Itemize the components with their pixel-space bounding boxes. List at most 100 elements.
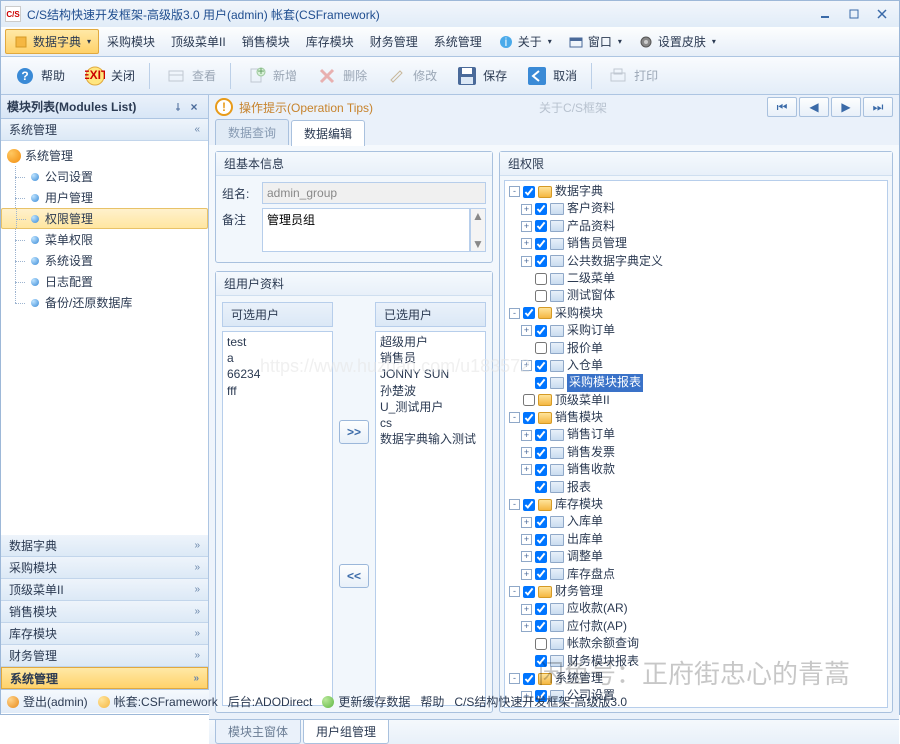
expand-icon[interactable]: +: [521, 221, 532, 232]
menu-关于[interactable]: i关于▾: [490, 29, 560, 54]
status-logout[interactable]: 登出(admin): [7, 693, 88, 710]
tree-node[interactable]: +应付款(AP): [507, 618, 885, 635]
nav-group[interactable]: 库存模块»: [1, 623, 208, 645]
tree-node[interactable]: 二级菜单: [507, 270, 885, 287]
menu-销售模块[interactable]: 销售模块: [234, 29, 298, 54]
expand-icon[interactable]: +: [521, 604, 532, 615]
perm-checkbox[interactable]: [535, 255, 547, 267]
perm-checkbox[interactable]: [535, 290, 547, 302]
perm-checkbox[interactable]: [535, 481, 547, 493]
perm-checkbox[interactable]: [523, 412, 535, 424]
status-refresh[interactable]: 更新缓存数据: [322, 693, 410, 710]
available-list[interactable]: test a 66234 fff: [222, 331, 333, 706]
nav-first-button[interactable]: ⏮: [767, 97, 797, 117]
tree-node[interactable]: +入仓单: [507, 357, 885, 374]
about-link[interactable]: 关于C/S框架: [539, 99, 607, 116]
status-help[interactable]: 帮助: [420, 693, 444, 710]
help-button[interactable]: ?帮助: [7, 62, 71, 90]
tree-node[interactable]: 帐款余额查询: [507, 635, 885, 652]
close-button-tool[interactable]: EXIT关闭: [77, 62, 141, 90]
maximize-button[interactable]: [841, 5, 867, 23]
tab-query[interactable]: 数据查询: [215, 119, 289, 145]
menu-数据字典[interactable]: 数据字典▾: [5, 29, 99, 54]
perm-checkbox[interactable]: [535, 377, 547, 389]
expand-icon[interactable]: +: [521, 204, 532, 215]
selected-list[interactable]: 超级用户 销售员 JONNY SUN 孙楚波 U_测试用户 cs 数据字典输入测…: [375, 331, 486, 706]
tab-edit[interactable]: 数据编辑: [291, 120, 365, 146]
expand-icon[interactable]: -: [509, 186, 520, 197]
expand-icon[interactable]: +: [521, 256, 532, 267]
tree-node[interactable]: +产品资料: [507, 218, 885, 235]
tree-node[interactable]: -销售模块: [507, 409, 885, 426]
perm-checkbox[interactable]: [535, 429, 547, 441]
expand-icon[interactable]: -: [509, 499, 520, 510]
perm-checkbox[interactable]: [535, 620, 547, 632]
expand-icon[interactable]: +: [521, 238, 532, 249]
expand-icon[interactable]: +: [521, 360, 532, 371]
perm-checkbox[interactable]: [535, 516, 547, 528]
perm-checkbox[interactable]: [535, 464, 547, 476]
perm-checkbox[interactable]: [535, 203, 547, 215]
tree-node[interactable]: +销售收款: [507, 461, 885, 478]
tree-node[interactable]: +销售员管理: [507, 235, 885, 252]
expand-icon[interactable]: +: [521, 551, 532, 562]
nav-group[interactable]: 采购模块»: [1, 557, 208, 579]
tree-node[interactable]: +入库单: [507, 513, 885, 530]
expand-icon[interactable]: -: [509, 586, 520, 597]
tree-node[interactable]: +采购订单: [507, 322, 885, 339]
tree-node[interactable]: 报价单: [507, 340, 885, 357]
perm-checkbox[interactable]: [523, 394, 535, 406]
nav-prev-button[interactable]: ◀: [799, 97, 829, 117]
nav-item[interactable]: 权限管理: [1, 208, 208, 229]
expand-icon[interactable]: +: [521, 534, 532, 545]
expand-icon[interactable]: +: [521, 464, 532, 475]
nav-item[interactable]: 日志配置: [1, 271, 208, 292]
perm-checkbox[interactable]: [535, 534, 547, 546]
tree-node[interactable]: 测试窗体: [507, 287, 885, 304]
tab-module-main[interactable]: 模块主窗体: [215, 720, 301, 744]
scrollbar[interactable]: ▲▼: [470, 208, 486, 252]
expand-icon[interactable]: -: [509, 673, 520, 684]
tree-node[interactable]: -系统管理: [507, 670, 885, 687]
perm-checkbox[interactable]: [535, 220, 547, 232]
tree-node[interactable]: +出库单: [507, 531, 885, 548]
tab-usergroup[interactable]: 用户组管理: [303, 720, 389, 744]
permission-tree[interactable]: -数据字典+客户资料+产品资料+销售员管理+公共数据字典定义二级菜单测试窗体-采…: [505, 181, 887, 707]
expand-icon[interactable]: +: [521, 430, 532, 441]
tree-node[interactable]: 财务模块报表: [507, 653, 885, 670]
tree-node[interactable]: -采购模块: [507, 305, 885, 322]
close-button[interactable]: [869, 5, 895, 23]
tree-node[interactable]: 采购模块报表: [507, 374, 885, 391]
nav-group[interactable]: 销售模块»: [1, 601, 208, 623]
close-icon[interactable]: ×: [186, 99, 202, 115]
perm-checkbox[interactable]: [535, 325, 547, 337]
cancel-button[interactable]: 取消: [519, 62, 583, 90]
menu-窗口[interactable]: 窗口▾: [560, 29, 630, 54]
tree-node[interactable]: +客户资料: [507, 200, 885, 217]
perm-checkbox[interactable]: [523, 307, 535, 319]
nav-group[interactable]: 数据字典»: [1, 535, 208, 557]
remark-textarea[interactable]: 管理员组: [262, 208, 470, 252]
expand-icon[interactable]: -: [509, 412, 520, 423]
tree-node[interactable]: 报表: [507, 479, 885, 496]
tree-node[interactable]: -数据字典: [507, 183, 885, 200]
pin-icon[interactable]: [170, 99, 186, 115]
tree-node[interactable]: +销售发票: [507, 444, 885, 461]
perm-checkbox[interactable]: [535, 568, 547, 580]
save-button[interactable]: 保存: [449, 62, 513, 90]
tree-node[interactable]: +销售订单: [507, 426, 885, 443]
perm-checkbox[interactable]: [523, 499, 535, 511]
tree-node[interactable]: +应收款(AR): [507, 600, 885, 617]
nav-item[interactable]: 用户管理: [1, 187, 208, 208]
nav-next-button[interactable]: ▶: [831, 97, 861, 117]
nav-item[interactable]: 系统设置: [1, 250, 208, 271]
tree-node[interactable]: +调整单: [507, 548, 885, 565]
nav-item[interactable]: 备份/还原数据库: [1, 292, 208, 313]
perm-checkbox[interactable]: [535, 342, 547, 354]
tree-node[interactable]: 顶级菜单II: [507, 392, 885, 409]
perm-checkbox[interactable]: [535, 273, 547, 285]
perm-checkbox[interactable]: [535, 638, 547, 650]
move-left-button[interactable]: <<: [339, 564, 369, 588]
perm-checkbox[interactable]: [523, 586, 535, 598]
expand-icon[interactable]: +: [521, 447, 532, 458]
